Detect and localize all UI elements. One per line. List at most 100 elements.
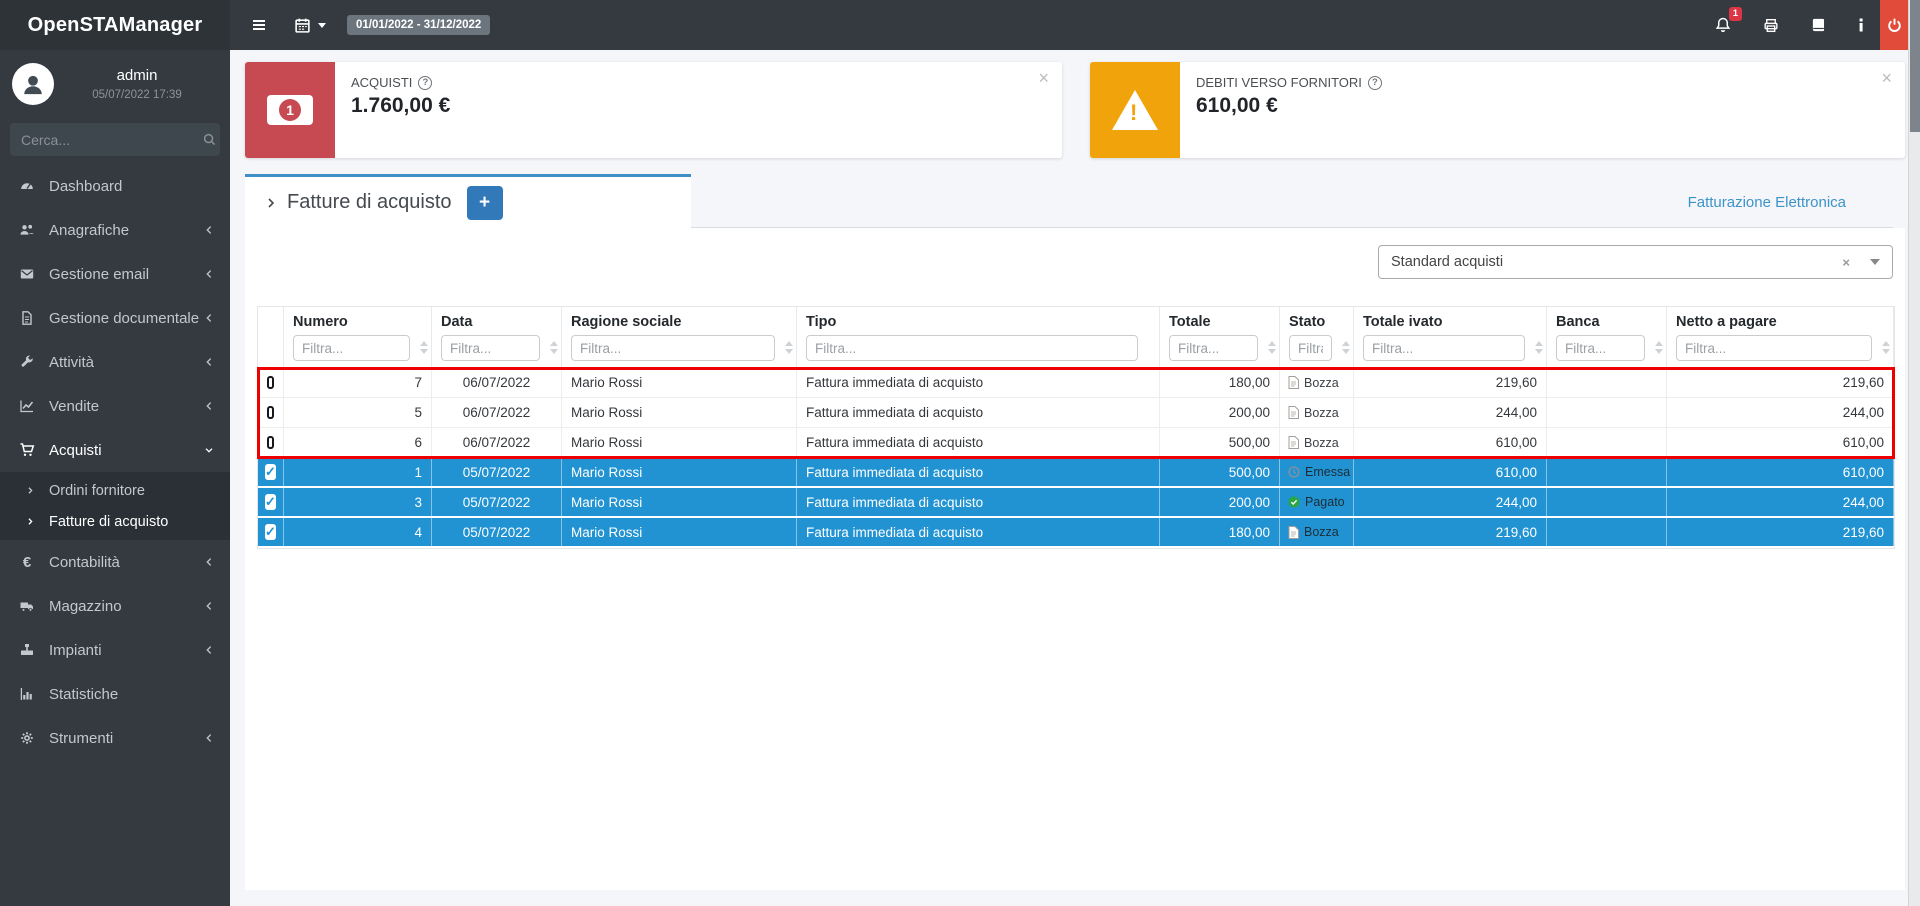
table-row[interactable]: ✓305/07/2022Mario RossiFattura immediata… (258, 488, 1894, 518)
search-input[interactable] (21, 132, 202, 148)
print-button[interactable] (1747, 0, 1795, 50)
column-header-banca: Banca (1547, 307, 1667, 368)
add-invoice-button[interactable]: + (467, 186, 503, 220)
close-icon[interactable]: × (1038, 68, 1049, 89)
tab-strip: Fatture di acquisto + Fatturazione Elett… (245, 174, 1893, 228)
help-icon[interactable]: ? (1368, 76, 1382, 90)
sort-icons[interactable] (1342, 341, 1350, 354)
table-row[interactable]: 706/07/2022Mario RossiFattura immediata … (258, 368, 1894, 398)
status-label: Bozza (1304, 406, 1339, 420)
sort-icons[interactable] (785, 341, 793, 354)
filter-input-numero[interactable] (293, 335, 410, 361)
sort-icons[interactable] (1655, 341, 1663, 354)
cell-stato: Emessa (1280, 458, 1354, 486)
menu-toggle-button[interactable] (230, 0, 281, 50)
table-row[interactable]: ✓105/07/2022Mario RossiFattura immediata… (258, 458, 1894, 488)
column-header-stato: Stato (1280, 307, 1354, 368)
sidebar-subitem-fatture-di-acquisto[interactable]: Fatture di acquisto (0, 506, 230, 537)
chevron-right-icon (264, 196, 278, 210)
plugin-select[interactable]: Standard acquisti × (1378, 245, 1893, 279)
help-icon[interactable]: ? (418, 76, 432, 90)
cell-data: 05/07/2022 (432, 488, 562, 516)
fatturazione-elettronica-link[interactable]: Fatturazione Elettronica (1688, 194, 1846, 211)
sort-icons[interactable] (1882, 341, 1890, 354)
filter-input-data[interactable] (441, 335, 540, 361)
cell-netto-a-pagare: 244,00 (1667, 398, 1894, 427)
highlighted-rows-group: 706/07/2022Mario RossiFattura immediata … (258, 368, 1894, 458)
chevron-right-icon (25, 516, 36, 527)
caret-down-icon (318, 23, 326, 28)
date-range-badge[interactable]: 01/01/2022 - 31/12/2022 (347, 15, 490, 35)
app-logo[interactable]: OpenSTAManager (0, 0, 230, 50)
user-datetime: 05/07/2022 17:39 (54, 89, 220, 101)
table-row[interactable]: 506/07/2022Mario RossiFattura immediata … (258, 398, 1894, 428)
row-checkbox[interactable] (258, 428, 284, 457)
status-draft-icon (1288, 406, 1299, 419)
chevron-left-icon (203, 600, 215, 612)
sidebar-item-acquisti[interactable]: Acquisti (0, 428, 230, 472)
filter-input-netto-a-pagare[interactable] (1676, 335, 1872, 361)
power-icon (1886, 17, 1903, 34)
filter-input-totale-ivato[interactable] (1363, 335, 1525, 361)
sort-icons[interactable] (1535, 341, 1543, 354)
cell-data: 05/07/2022 (432, 518, 562, 546)
sidebar-item-anagrafiche[interactable]: Anagrafiche (0, 208, 230, 252)
chevron-left-icon (203, 644, 215, 656)
cell-totale: 500,00 (1160, 458, 1280, 486)
wrench-icon (16, 354, 38, 370)
chevron-left-icon (203, 400, 215, 412)
status-paid-icon (1288, 496, 1300, 508)
cell-numero: 5 (284, 398, 432, 427)
user-name[interactable]: admin (54, 67, 220, 84)
calendar-icon (294, 17, 311, 34)
column-header-totale: Totale (1160, 307, 1280, 368)
sort-icons[interactable] (1268, 341, 1276, 354)
row-checkbox[interactable]: ✓ (258, 458, 284, 486)
sidebar-item-impianti[interactable]: Impianti (0, 628, 230, 672)
status-draft-icon (1288, 436, 1299, 449)
cell-totale-ivato: 610,00 (1354, 458, 1547, 486)
filter-input-ragione-sociale[interactable] (571, 335, 775, 361)
sidebar-item-magazzino[interactable]: Magazzino (0, 584, 230, 628)
docs-button[interactable] (1795, 0, 1842, 50)
row-checkbox[interactable]: ✓ (258, 518, 284, 546)
sidebar-menu: Dashboard Anagrafiche Gestione email Ges… (0, 164, 230, 760)
search-icon[interactable] (202, 132, 217, 147)
column-header-totale-ivato: Totale ivato (1354, 307, 1547, 368)
user-panel: admin 05/07/2022 17:39 (0, 50, 230, 115)
sidebar-item-contabilita[interactable]: € Contabilità (0, 540, 230, 584)
sidebar-item-gestione-email[interactable]: Gestione email (0, 252, 230, 296)
filter-input-banca[interactable] (1556, 335, 1645, 361)
cell-numero: 3 (284, 488, 432, 516)
sort-icons[interactable] (420, 341, 428, 354)
filter-input-stato[interactable] (1289, 335, 1332, 361)
sidebar-subitem-ordini-fornitore[interactable]: Ordini fornitore (0, 475, 230, 506)
sort-icons[interactable] (550, 341, 558, 354)
scrollbar-thumb[interactable] (1910, 0, 1920, 132)
calendar-dropdown[interactable] (281, 0, 339, 50)
clear-selection-icon[interactable]: × (1842, 255, 1850, 270)
filter-input-tipo[interactable] (806, 335, 1138, 361)
tab-fatture-di-acquisto[interactable]: Fatture di acquisto + (245, 174, 691, 228)
status-label: Bozza (1304, 436, 1339, 450)
sidebar-item-strumenti[interactable]: Strumenti (0, 716, 230, 760)
sidebar-item-attivita[interactable]: Attività (0, 340, 230, 384)
avatar[interactable] (12, 63, 54, 105)
sidebar-item-gestione-documentale[interactable]: Gestione documentale (0, 296, 230, 340)
row-checkbox[interactable] (258, 398, 284, 427)
row-checkbox[interactable] (258, 368, 284, 397)
cell-totale: 500,00 (1160, 428, 1280, 457)
sidebar-item-dashboard[interactable]: Dashboard (0, 164, 230, 208)
table-row[interactable]: ✓405/07/2022Mario RossiFattura immediata… (258, 518, 1894, 548)
logout-button[interactable] (1880, 0, 1908, 50)
sidebar-item-vendite[interactable]: Vendite (0, 384, 230, 428)
sidebar-item-statistiche[interactable]: Statistiche (0, 672, 230, 716)
table-row[interactable]: 606/07/2022Mario RossiFattura immediata … (258, 428, 1894, 458)
info-button[interactable] (1842, 0, 1880, 50)
notifications-button[interactable]: 1 (1699, 0, 1747, 50)
row-checkbox[interactable]: ✓ (258, 488, 284, 516)
close-icon[interactable]: × (1881, 68, 1892, 89)
envelope-icon (16, 266, 38, 282)
filter-input-totale[interactable] (1169, 335, 1258, 361)
cell-stato: Bozza (1280, 398, 1354, 427)
